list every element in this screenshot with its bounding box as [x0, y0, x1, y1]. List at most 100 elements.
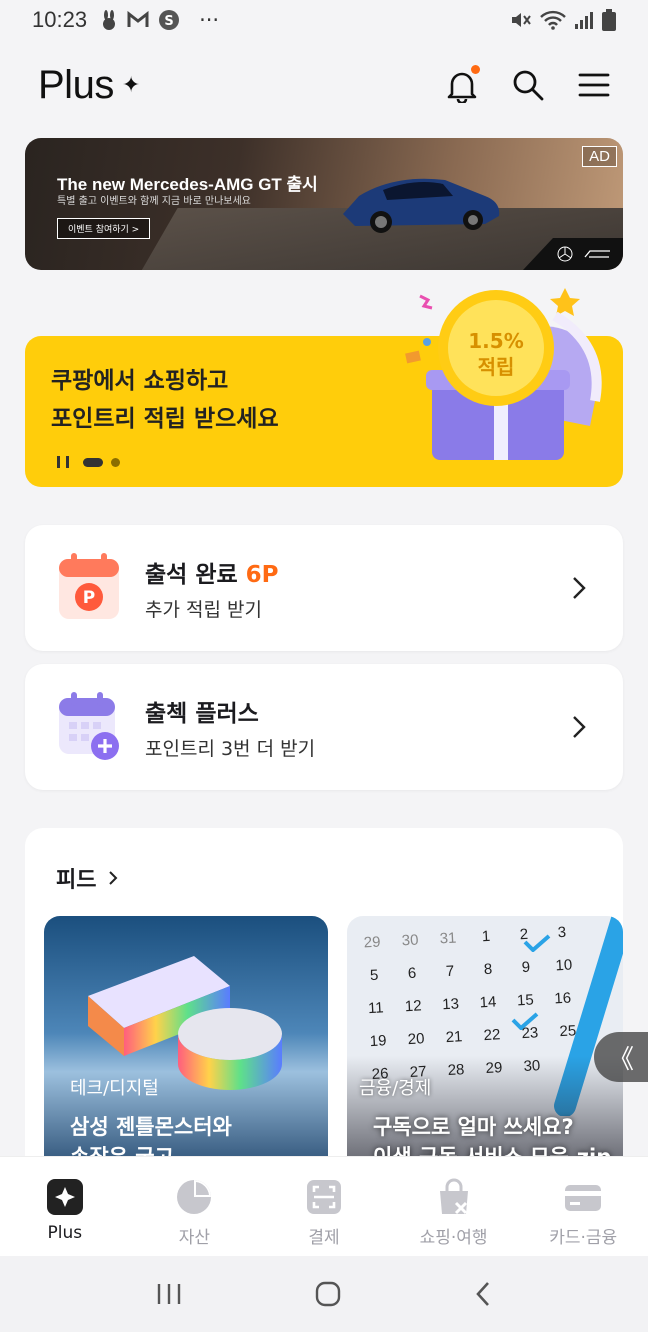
shopping-bag-icon — [439, 1178, 468, 1215]
tab-label: 자산 — [178, 1228, 211, 1248]
feed-card-title-line-1: 구독으로 얼마 쓰세요? — [373, 1115, 574, 1139]
calendar-day: 1 — [481, 927, 491, 946]
home-icon[interactable] — [314, 1280, 342, 1308]
wifi-icon — [540, 10, 566, 30]
calendar-day: 8 — [483, 960, 493, 979]
calendar-day: 13 — [441, 995, 460, 1014]
carousel-dot[interactable] — [111, 457, 120, 467]
mute-icon — [512, 13, 531, 27]
promo-text: 쿠팡에서 쇼핑하고 포인트리 적립 받으세요 — [51, 362, 279, 438]
feed-card-category: 테크/디지털 — [70, 1078, 159, 1099]
tab-label: 카드·금융 — [549, 1228, 618, 1248]
more-notifications: ··· — [199, 8, 220, 32]
tab-plus[interactable]: Plus — [0, 1157, 130, 1256]
tab-shopping-travel[interactable]: 쇼핑·여행 — [389, 1157, 519, 1256]
bell-icon — [447, 72, 477, 105]
plus-spark-icon — [46, 1179, 83, 1215]
calendar-day: 5 — [369, 966, 379, 985]
signal-icon — [575, 12, 593, 29]
status-time: 10:23 — [32, 7, 88, 32]
feed-card[interactable]: 2930311235678910111213141516171920212223… — [347, 916, 623, 1176]
tab-payment[interactable]: 결제 — [259, 1157, 389, 1256]
amg-logo-icon — [584, 250, 610, 258]
calendar-day: 7 — [445, 962, 455, 981]
tab-label: Plus — [47, 1223, 83, 1243]
tab-card-finance[interactable]: 카드·금융 — [518, 1157, 648, 1256]
chevron-right-icon — [573, 577, 586, 599]
calendar-day: 29 — [363, 933, 381, 952]
attendance-card[interactable]: P 출석 완료 6P 추가 적립 받기 — [25, 525, 623, 651]
battery-icon — [602, 9, 616, 31]
calendar-point-icon: P — [59, 553, 119, 619]
carousel-dot-active[interactable] — [83, 457, 103, 467]
feed-title: 피드 — [56, 868, 97, 893]
calendar-day: 30 — [401, 931, 419, 950]
logo-text: Plus — [38, 62, 114, 107]
tab-label: 결제 — [308, 1228, 340, 1248]
feed-card[interactable]: 테크/디지털 삼성 젠틀몬스터와 손잡은 국고 — [44, 916, 328, 1176]
svg-text:S: S — [164, 14, 173, 29]
chevron-right-icon — [109, 871, 118, 885]
calendar-day: 11 — [367, 999, 385, 1018]
gmail-icon — [127, 11, 149, 27]
menu-button[interactable] — [578, 69, 610, 101]
checkin-plus-subtitle: 포인트리 3번 더 받기 — [145, 738, 316, 760]
rabbit-icon — [103, 10, 116, 30]
attendance-title: 출석 완료 6P — [145, 555, 279, 589]
calendar-day: 21 — [445, 1028, 463, 1047]
system-nav-bar — [0, 1256, 648, 1332]
notification-dot — [471, 65, 480, 74]
search-button[interactable] — [512, 69, 544, 101]
calendar-day: 14 — [479, 993, 497, 1012]
double-chevron-left-icon: 《 — [607, 1044, 634, 1075]
pause-icon[interactable] — [57, 456, 69, 468]
notification-bell-button[interactable] — [446, 65, 480, 105]
status-bar: 10:23 S ··· — [0, 0, 648, 40]
ad-banner[interactable]: The new Mercedes-AMG GT 출시 특별 출고 이벤트와 함께… — [25, 138, 623, 270]
carousel-controls — [57, 456, 120, 468]
ad-cta-button[interactable]: 이벤트 참여하기 > — [57, 218, 151, 239]
promo-line-2: 포인트리 적립 받으세요 — [51, 406, 279, 432]
promo-line-1: 쿠팡에서 쇼핑하고 — [51, 368, 229, 394]
back-icon[interactable] — [474, 1280, 492, 1308]
car-image — [343, 178, 500, 233]
bottom-tab-bar: Plus 자산 결제 쇼핑·여행 카드·금융 — [0, 1156, 648, 1256]
ad-subtitle: 특별 출고 이벤트와 함께 지금 바로 만나보세요 — [57, 196, 251, 207]
hamburger-menu-icon — [578, 73, 610, 97]
calendar-day: 6 — [407, 964, 417, 983]
feed-header-link[interactable]: 피드 — [56, 862, 118, 894]
attendance-points: 6P — [245, 562, 279, 588]
feed-card-category: 금융/경제 — [359, 1078, 432, 1099]
pie-chart-icon — [177, 1180, 212, 1214]
medal-label: 적립 — [478, 355, 515, 379]
checkin-plus-card[interactable]: 출첵 플러스 포인트리 3번 더 받기 — [25, 664, 623, 790]
card-icon — [565, 1185, 602, 1211]
tab-label: 쇼핑·여행 — [419, 1228, 488, 1248]
chevron-right-icon — [573, 716, 586, 738]
scroll-left-button[interactable]: 《 — [594, 1032, 648, 1082]
checkmark-icon — [523, 934, 551, 952]
checkmark-icon — [511, 1012, 539, 1030]
mercedes-star-icon — [557, 246, 573, 262]
gift-medal-illustration: 1.5% 적립 — [405, 288, 602, 460]
ad-badge: AD — [582, 146, 617, 167]
s-circle-icon: S — [159, 10, 180, 30]
calendar-day: 22 — [483, 1026, 501, 1045]
scan-icon — [306, 1180, 341, 1214]
medal-percentage: 1.5% — [468, 329, 523, 353]
search-icon — [513, 70, 544, 101]
attendance-subtitle: 추가 적립 받기 — [145, 599, 262, 621]
sparkle-icon: ✦ — [121, 72, 140, 97]
calendar-plus-icon — [59, 692, 119, 760]
plus-logo[interactable]: Plus ✦ — [38, 63, 140, 108]
calendar-day: 19 — [369, 1032, 387, 1051]
feed-section: 피드 테크/디지털 삼성 젠틀몬스터와 손잡은 국고 2930311235678… — [25, 828, 623, 1188]
recent-apps-icon[interactable] — [156, 1282, 182, 1306]
point-icon-letter: P — [83, 588, 95, 608]
calendar-day: 12 — [404, 997, 423, 1016]
attendance-title-text: 출석 완료 — [145, 562, 238, 588]
app-header: Plus ✦ — [0, 40, 648, 130]
tab-assets[interactable]: 자산 — [130, 1157, 260, 1256]
feed-card-title-line-1: 삼성 젠틀몬스터와 — [70, 1115, 232, 1139]
checkin-plus-title: 출첵 플러스 — [145, 701, 259, 727]
